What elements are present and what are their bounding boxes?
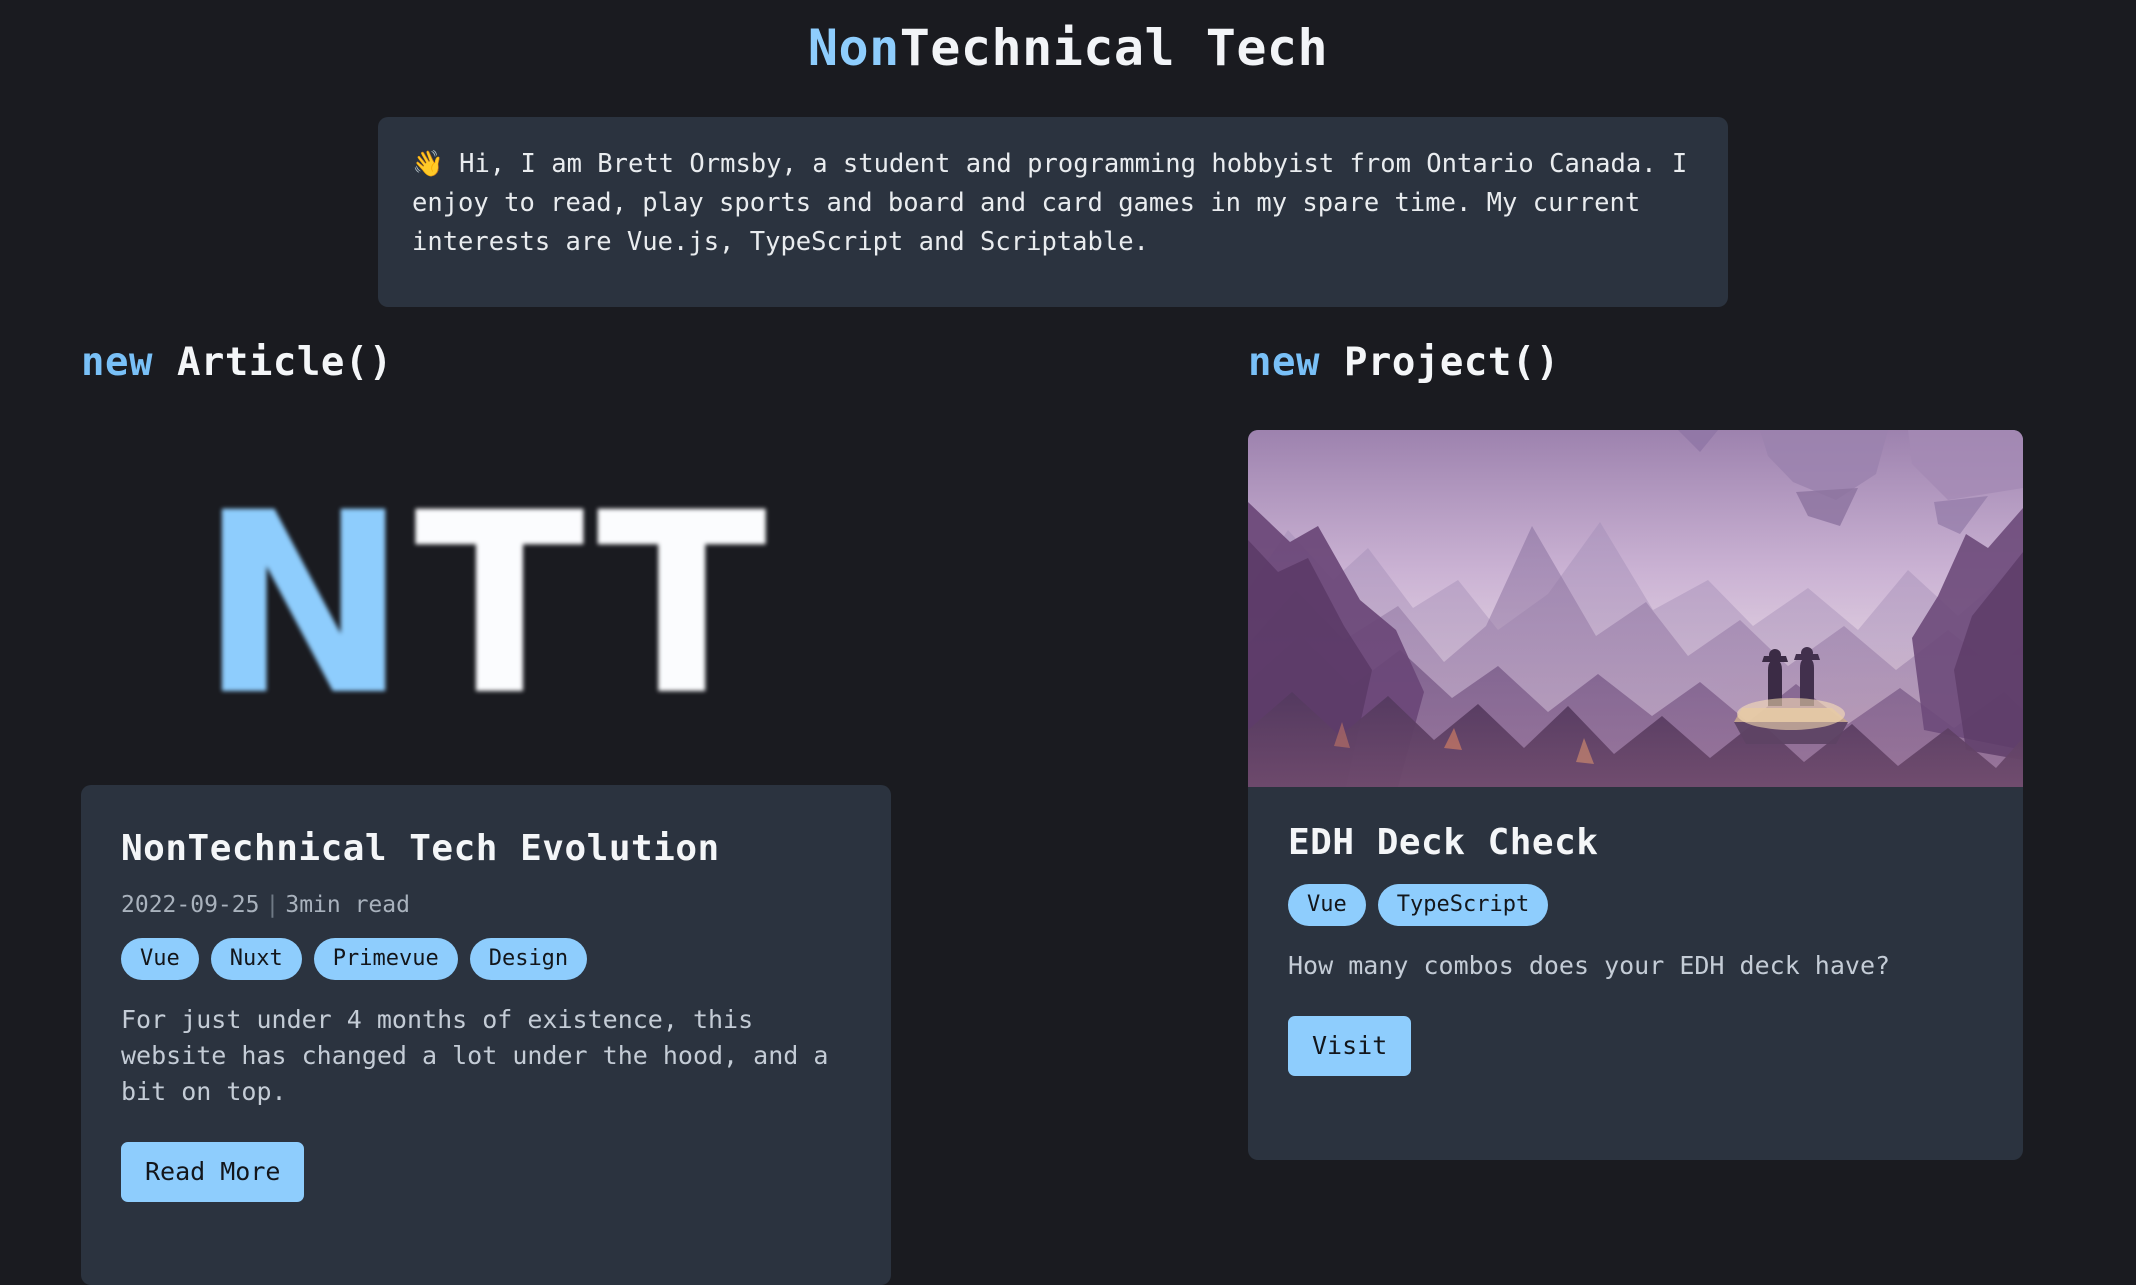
project-thumbnail[interactable]	[1248, 430, 2023, 787]
project-section-heading: new Project()	[1248, 340, 1560, 385]
site-title-accent: Non	[807, 19, 900, 77]
read-more-button[interactable]: Read More	[121, 1141, 305, 1202]
project-card[interactable]: EDH Deck Check Vue TypeScript How many c…	[1248, 430, 2023, 1160]
project-heading-name: Project()	[1343, 340, 1560, 385]
project-card-body: EDH Deck Check Vue TypeScript How many c…	[1248, 787, 2023, 1076]
ntt-logo-icon: NTT	[81, 435, 891, 775]
ntt-logo-rest-letters: TT	[414, 459, 774, 750]
tag-chip[interactable]: Vue	[1288, 884, 1366, 926]
article-tag-list: Vue Nuxt Primevue Design	[121, 938, 851, 980]
article-heading-name: Article()	[176, 340, 393, 385]
article-thumbnail[interactable]: NTT	[81, 425, 891, 785]
article-heading-keyword: new	[81, 340, 153, 385]
tag-chip[interactable]: Primevue	[313, 938, 458, 980]
project-heading-keyword: new	[1248, 340, 1320, 385]
tag-chip[interactable]: Design	[469, 938, 588, 980]
bio-box: 👋 Hi, I am Brett Ormsby, a student and p…	[378, 117, 1728, 307]
article-date: 2022-09-25	[121, 892, 260, 919]
tag-chip[interactable]: Vue	[121, 938, 199, 980]
visit-button[interactable]: Visit	[1288, 1015, 1412, 1076]
bio-text: 👋 Hi, I am Brett Ormsby, a student and p…	[412, 149, 1703, 257]
project-description: How many combos does your EDH deck have?	[1288, 950, 1891, 980]
project-tag-list: Vue TypeScript	[1288, 884, 1983, 926]
site-title-rest: Technical Tech	[899, 19, 1329, 77]
article-section-heading: new Article()	[81, 340, 393, 385]
article-meta-separator: |	[265, 892, 280, 919]
mountain-landscape-image	[1248, 430, 2023, 787]
article-meta: 2022-09-25 | 3min read	[121, 892, 851, 918]
site-title: NonTechnical Tech	[0, 18, 2136, 78]
tag-chip[interactable]: TypeScript	[1377, 884, 1549, 926]
article-column: NTT NonTechnical Tech Evolution 2022-09-…	[81, 425, 891, 1285]
article-description: For just under 4 months of existence, th…	[121, 1004, 844, 1106]
article-read-time: 3min read	[285, 892, 410, 919]
tag-chip[interactable]: Nuxt	[210, 938, 302, 980]
project-title: EDH Deck Check	[1288, 822, 1599, 863]
page-root: NonTechnical Tech 👋 Hi, I am Brett Ormsb…	[0, 0, 2136, 1285]
ntt-logo-accent-letter: N	[198, 459, 415, 750]
article-card[interactable]: NonTechnical Tech Evolution 2022-09-25 | 3…	[81, 785, 891, 1285]
article-title: NonTechnical Tech Evolution	[121, 828, 720, 869]
